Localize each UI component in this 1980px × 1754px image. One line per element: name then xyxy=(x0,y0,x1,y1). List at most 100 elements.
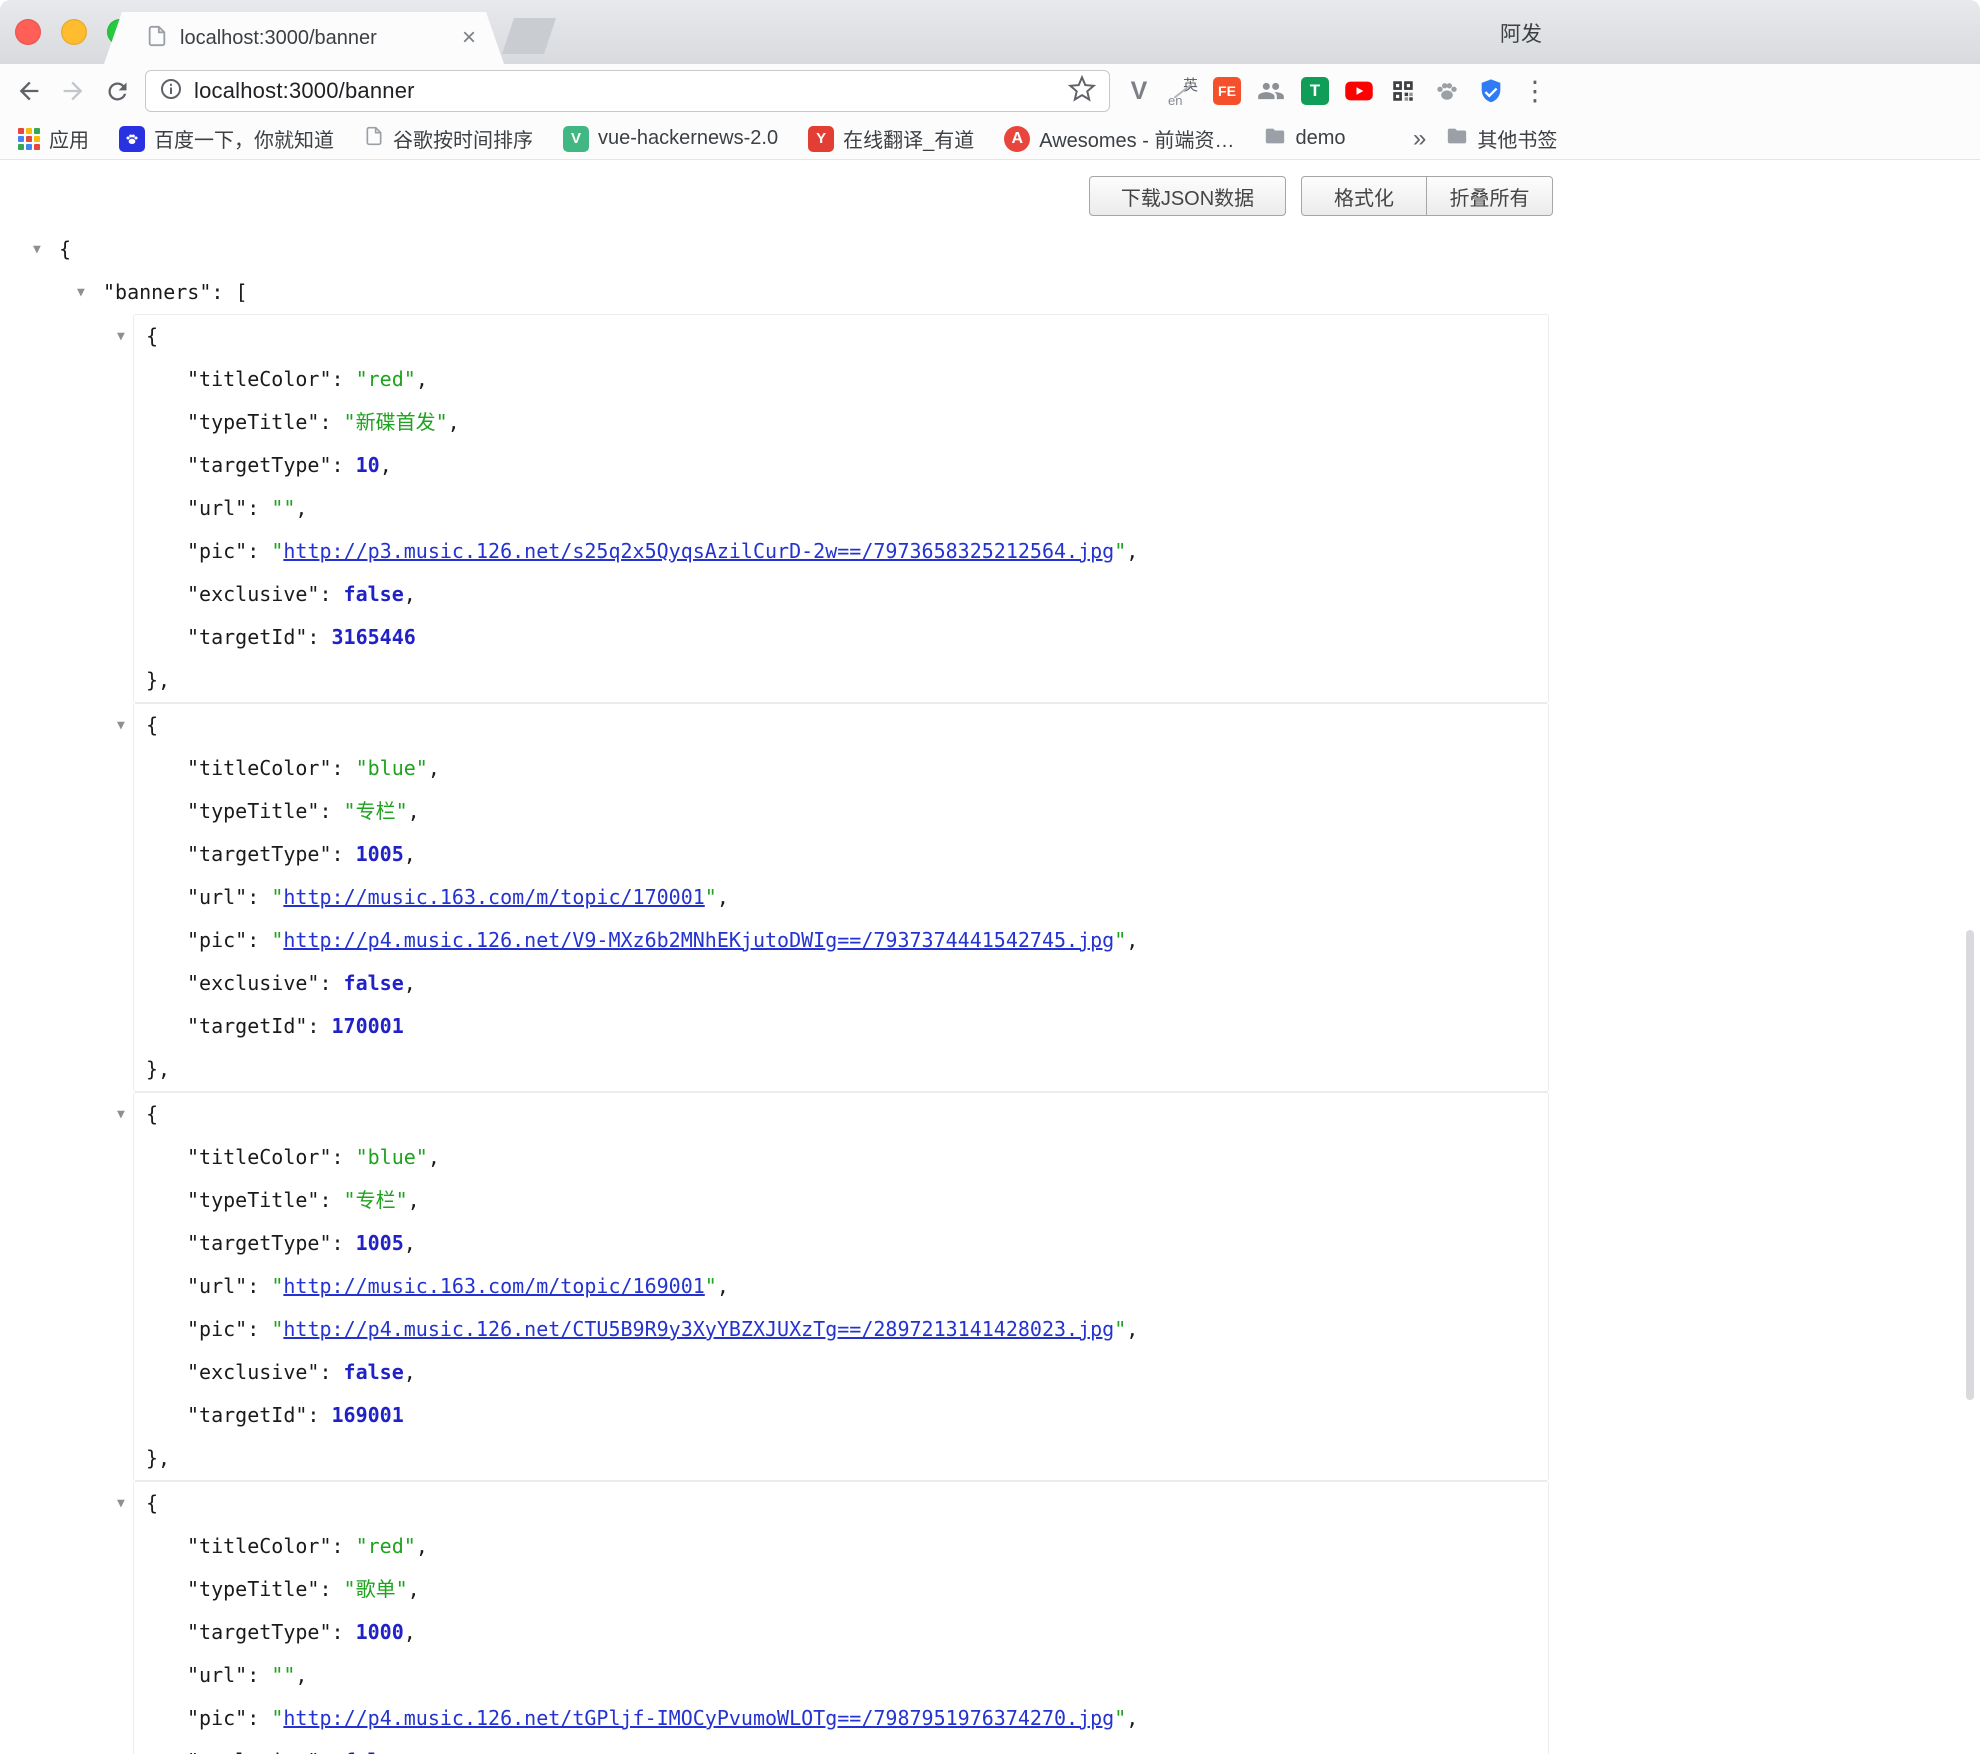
json-string-value: "专栏" xyxy=(344,799,408,823)
json-line: ▼{ xyxy=(134,1093,1548,1136)
folder-icon xyxy=(1264,125,1286,153)
json-url-link[interactable]: http://music.163.com/m/topic/169001 xyxy=(283,1274,704,1298)
json-key: "targetType" xyxy=(187,453,332,477)
json-number-value: 1000 xyxy=(356,1620,404,1644)
json-number-value: 170001 xyxy=(332,1014,404,1038)
json-tree: ▼{▼"banners": [▼{"titleColor": "red","ty… xyxy=(0,160,1980,1754)
json-punctuation: : xyxy=(247,539,271,563)
minimize-window-button[interactable] xyxy=(61,19,87,45)
collapse-triangle-icon[interactable]: ▼ xyxy=(77,271,85,314)
page-favicon-icon xyxy=(146,25,168,52)
other-bookmarks-folder[interactable]: 其他书签 xyxy=(1446,124,1557,153)
json-line: "url": "http://music.163.com/m/topic/170… xyxy=(134,876,1548,919)
collapse-triangle-icon[interactable]: ▼ xyxy=(117,1482,125,1525)
json-number-value: 1005 xyxy=(356,842,404,866)
json-punctuation: , xyxy=(1126,539,1138,563)
json-punctuation: : xyxy=(319,1188,343,1212)
baidu-icon xyxy=(119,126,145,152)
json-line: "pic": "http://p4.music.126.net/CTU5B9R9… xyxy=(134,1308,1548,1351)
page-content: 下载JSON数据 格式化 折叠所有 ▼{▼"banners": [▼{"titl… xyxy=(0,160,1980,1754)
download-json-button[interactable]: 下载JSON数据 xyxy=(1089,176,1286,216)
bookmark-apps[interactable]: 应用 xyxy=(18,124,89,153)
json-string-value: " xyxy=(705,885,717,909)
translate-extension-icon[interactable]: en英 xyxy=(1166,74,1200,108)
json-key: "targetType" xyxy=(187,1231,332,1255)
json-punctuation: { xyxy=(146,713,158,737)
json-punctuation: : xyxy=(247,496,271,520)
json-key: "typeTitle" xyxy=(187,799,319,823)
qr-code-extension-icon[interactable] xyxy=(1386,74,1420,108)
address-bar[interactable]: localhost:3000/banner xyxy=(145,70,1110,112)
json-line: }, xyxy=(134,1437,1548,1480)
tab-close-icon[interactable]: × xyxy=(462,26,476,50)
youtube-extension-icon[interactable] xyxy=(1342,74,1376,108)
bookmark-star-icon[interactable] xyxy=(1068,75,1096,108)
json-punctuation: , xyxy=(408,1577,420,1601)
json-number-value: false xyxy=(344,971,404,995)
json-number-value: 10 xyxy=(356,453,380,477)
json-punctuation: , xyxy=(428,1145,440,1169)
json-punctuation: , xyxy=(717,1274,729,1298)
collapse-triangle-icon[interactable]: ▼ xyxy=(117,315,125,358)
json-url-link[interactable]: http://p4.music.126.net/V9-MXz6b2MNhEKju… xyxy=(283,928,1114,952)
new-tab-button[interactable] xyxy=(502,18,556,54)
people-extension-icon[interactable] xyxy=(1254,74,1288,108)
bookmark-awesomes[interactable]: A Awesomes - 前端资… xyxy=(1004,124,1234,153)
back-button[interactable] xyxy=(13,75,45,107)
json-line: "targetType": 10, xyxy=(134,444,1548,487)
json-line: "targetType": 1005, xyxy=(134,833,1548,876)
json-key: "targetId" xyxy=(187,625,307,649)
forward-button[interactable] xyxy=(57,75,89,107)
bookmark-youdao[interactable]: Y 在线翻译_有道 xyxy=(808,124,974,153)
json-line: ▼"banners": [ xyxy=(0,271,1980,314)
json-punctuation: { xyxy=(146,324,158,348)
json-line: "exclusive": false, xyxy=(134,573,1548,616)
bookmark-google-sort[interactable]: 谷歌按时间排序 xyxy=(364,124,533,153)
json-key: "targetId" xyxy=(187,1403,307,1427)
json-line: "url": "", xyxy=(134,487,1548,530)
bookmark-baidu[interactable]: 百度一下，你就知道 xyxy=(119,124,334,153)
json-url-link[interactable]: http://p4.music.126.net/CTU5B9R9y3XyYBZX… xyxy=(283,1317,1114,1341)
collapse-triangle-icon[interactable]: ▼ xyxy=(117,704,125,747)
json-url-link[interactable]: http://music.163.com/m/topic/170001 xyxy=(283,885,704,909)
bookmarks-overflow-chevron[interactable]: » xyxy=(1413,125,1426,153)
paw-extension-icon[interactable] xyxy=(1430,74,1464,108)
vue-icon: V xyxy=(563,126,589,152)
json-key: "titleColor" xyxy=(187,756,332,780)
bookmark-demo-folder[interactable]: demo xyxy=(1264,125,1345,153)
json-string-value: " xyxy=(271,1317,283,1341)
browser-menu-icon[interactable]: ⋮ xyxy=(1520,76,1550,107)
scrollbar-thumb[interactable] xyxy=(1966,930,1974,1400)
profile-name[interactable]: 阿发 xyxy=(1500,18,1542,48)
json-url-link[interactable]: http://p3.music.126.net/s25q2x5QyqsAzilC… xyxy=(283,539,1114,563)
bookmark-label: 应用 xyxy=(49,124,89,153)
shield-t-extension-icon[interactable]: T xyxy=(1298,74,1332,108)
json-number-value: 169001 xyxy=(332,1403,404,1427)
url-text: localhost:3000/banner xyxy=(194,78,415,104)
bookmark-vue-hackernews[interactable]: V vue-hackernews-2.0 xyxy=(563,126,778,152)
page-info-icon[interactable] xyxy=(159,77,183,106)
reload-button[interactable] xyxy=(101,75,133,107)
browser-tab[interactable]: localhost:3000/banner × xyxy=(104,12,504,64)
json-punctuation: { xyxy=(59,237,71,261)
json-string-value: "专栏" xyxy=(344,1188,408,1212)
bookmark-label: vue-hackernews-2.0 xyxy=(598,127,778,150)
json-punctuation: , xyxy=(428,756,440,780)
json-key: "exclusive" xyxy=(187,582,319,606)
collapse-triangle-icon[interactable]: ▼ xyxy=(117,1093,125,1136)
blue-shield-extension-icon[interactable] xyxy=(1474,74,1508,108)
json-number-value: false xyxy=(344,1749,404,1754)
collapse-all-button[interactable]: 折叠所有 xyxy=(1427,176,1553,216)
vimium-extension-icon[interactable]: V xyxy=(1122,74,1156,108)
json-key: "exclusive" xyxy=(187,971,319,995)
json-url-link[interactable]: http://p4.music.126.net/tGPljf-IMOCyPvum… xyxy=(283,1706,1114,1730)
extensions-row: V en英 FE T xyxy=(1122,74,1508,108)
close-window-button[interactable] xyxy=(15,19,41,45)
format-button[interactable]: 格式化 xyxy=(1301,176,1427,216)
json-line: "url": "http://music.163.com/m/topic/169… xyxy=(134,1265,1548,1308)
json-line: }, xyxy=(134,659,1548,702)
collapse-triangle-icon[interactable]: ▼ xyxy=(33,228,41,271)
fehelper-extension-icon[interactable]: FE xyxy=(1210,74,1244,108)
json-punctuation: , xyxy=(404,971,416,995)
json-line: "exclusive": false, xyxy=(134,1351,1548,1394)
